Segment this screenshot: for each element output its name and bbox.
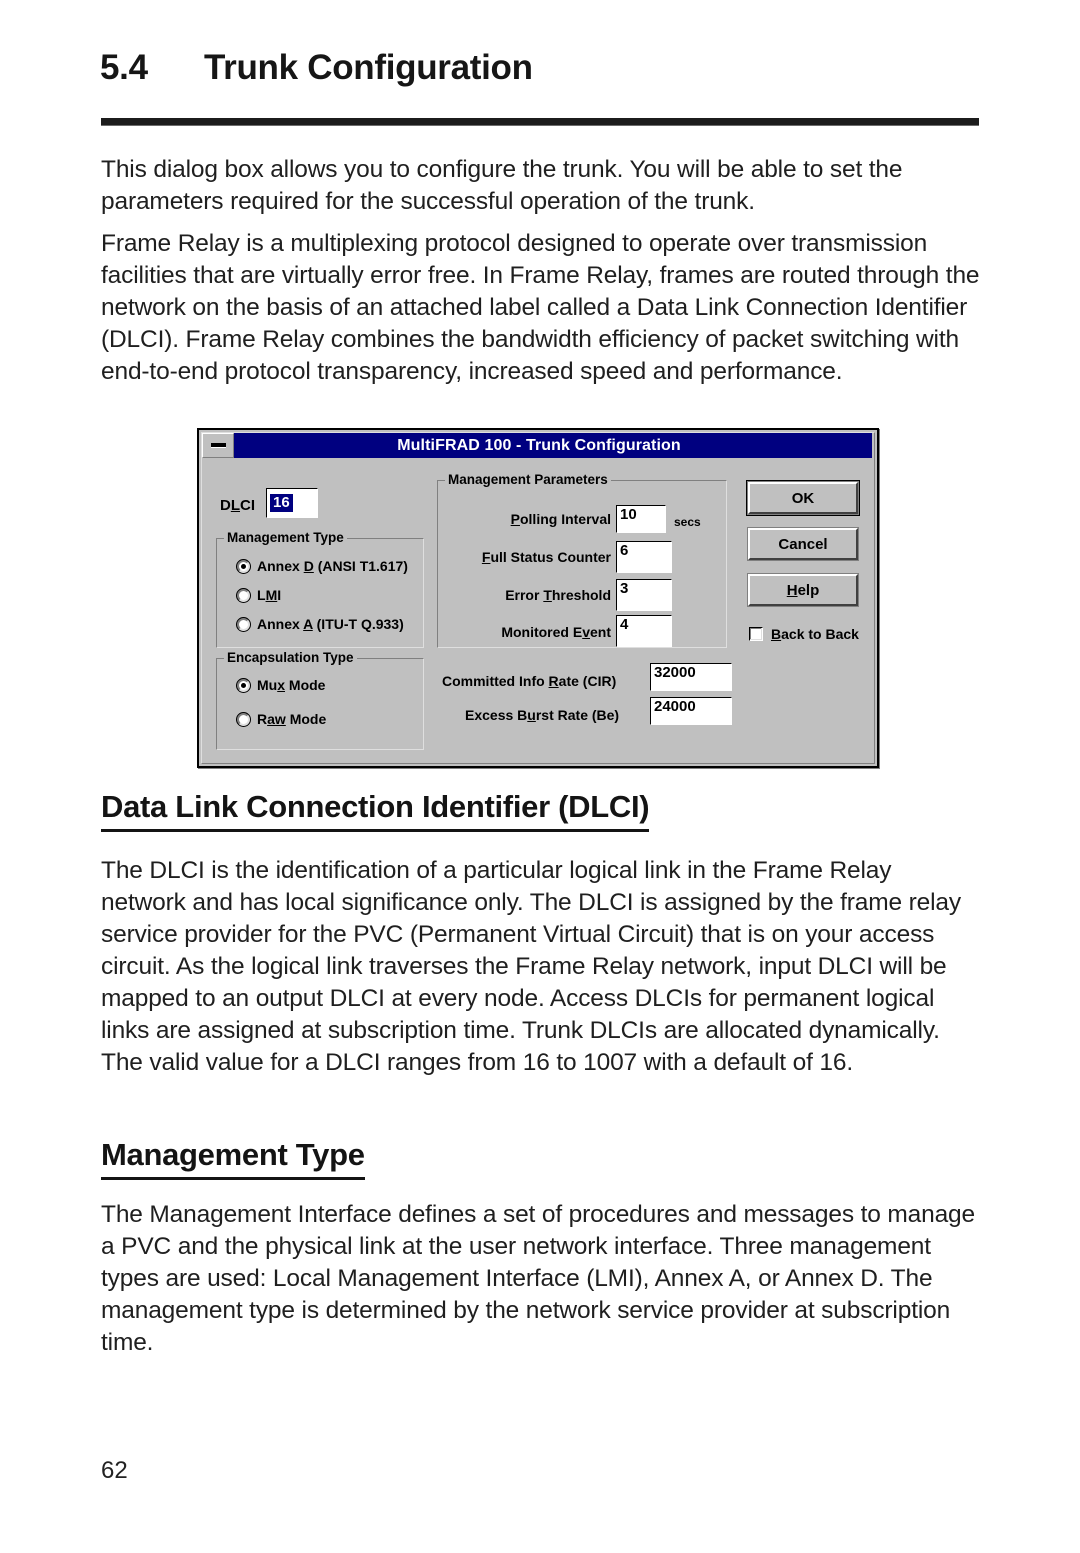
radio-annex-d[interactable]: Annex D (ANSI T1.617) [237,558,408,574]
dialog-body: DLCI 16 Management Type Annex D (ANSI T1… [202,460,874,763]
radio-mux-mode[interactable]: Mux Mode [237,677,325,693]
paragraph-management-type: The Management Interface defines a set o… [101,1201,976,1356]
error-threshold-value: 3 [620,580,629,597]
radio-lmi[interactable]: LMI [237,587,281,603]
page-number: 62 [101,1457,128,1484]
monitored-event-label: Monitored Event [501,624,611,640]
radio-dot-icon [237,678,250,692]
radio-annex-a[interactable]: Annex A (ITU-T Q.933) [237,616,404,632]
radio-label: Mux Mode [257,677,326,693]
section-title: Trunk Configuration [204,48,533,87]
radio-dot-icon [237,712,250,726]
back-to-back-checkbox[interactable]: Back to Back [749,626,859,642]
back-to-back-label: Back to Back [771,626,859,642]
radio-label: Raw Mode [257,711,327,727]
radio-dot-icon [237,559,250,573]
dlci-label: DLCI [220,497,256,514]
cancel-button-label: Cancel [778,535,828,553]
radio-raw-mode[interactable]: Raw Mode [237,711,326,727]
radio-label: LMI [257,587,282,603]
management-parameters-group: Management Parameters Polling Interval 1… [437,472,727,648]
cir-value: 32000 [654,664,696,681]
management-type-legend: Management Type [224,530,347,545]
cir-label: Committed Info Rate (CIR) [442,673,617,689]
error-threshold-input[interactable]: 3 [616,579,672,611]
heading-dlci: Data Link Connection Identifier (DLCI) [101,789,650,832]
dlci-value: 16 [270,494,293,512]
full-status-counter-value: 6 [620,542,629,559]
manual-page: 5.4 Trunk Configuration This dialog box … [0,0,1080,1553]
help-button-label: Help [786,581,820,599]
minimize-box-icon[interactable] [202,433,234,458]
ok-button-label: OK [791,489,815,507]
error-threshold-label: Error Threshold [505,587,611,603]
management-type-group: Management Type Annex D (ANSI T1.617) LM… [216,530,424,648]
be-input[interactable]: 24000 [650,697,732,725]
encapsulation-type-group: Encapsulation Type Mux Mode Raw Mode [216,650,424,750]
monitored-event-input[interactable]: 4 [616,615,672,647]
radio-label: Annex D (ANSI T1.617) [257,558,408,574]
ok-button[interactable]: OK [747,481,859,515]
radio-dot-icon [237,617,250,631]
radio-label: Annex A (ITU-T Q.933) [257,616,404,632]
polling-interval-units: secs [674,515,701,529]
paragraph-dlci: The DLCI is the identification of a part… [101,857,962,1076]
header-rule [101,118,979,126]
heading-management-type: Management Type [101,1137,365,1180]
polling-interval-value: 10 [620,506,637,523]
polling-interval-input[interactable]: 10 [616,505,666,533]
section-number: 5.4 [100,48,148,87]
cancel-button[interactable]: Cancel [747,527,859,561]
checkbox-box-icon [749,627,763,641]
help-button[interactable]: Help [747,573,859,607]
paragraph-intro: This dialog box allows you to configure … [101,156,903,215]
dialog-titlebar: MultiFRAD 100 - Trunk Configuration [202,433,872,458]
management-parameters-legend: Management Parameters [445,472,611,487]
trunk-configuration-dialog[interactable]: MultiFRAD 100 - Trunk Configuration DLCI… [197,428,879,768]
be-value: 24000 [654,698,696,715]
polling-interval-label: Polling Interval [510,511,611,527]
dialog-title: MultiFRAD 100 - Trunk Configuration [397,436,681,454]
dlci-input[interactable]: 16 [266,488,318,518]
full-status-counter-input[interactable]: 6 [616,541,672,573]
cir-input[interactable]: 32000 [650,663,732,691]
full-status-counter-label: Full Status Counter [481,549,611,565]
page-title: 5.4 Trunk Configuration [100,48,980,88]
monitored-event-value: 4 [620,616,629,633]
encapsulation-type-legend: Encapsulation Type [224,650,357,665]
paragraph-frame-relay: Frame Relay is a multiplexing protocol d… [101,230,980,385]
be-label: Excess Burst Rate (Be) [465,707,620,723]
radio-dot-icon [237,588,250,602]
